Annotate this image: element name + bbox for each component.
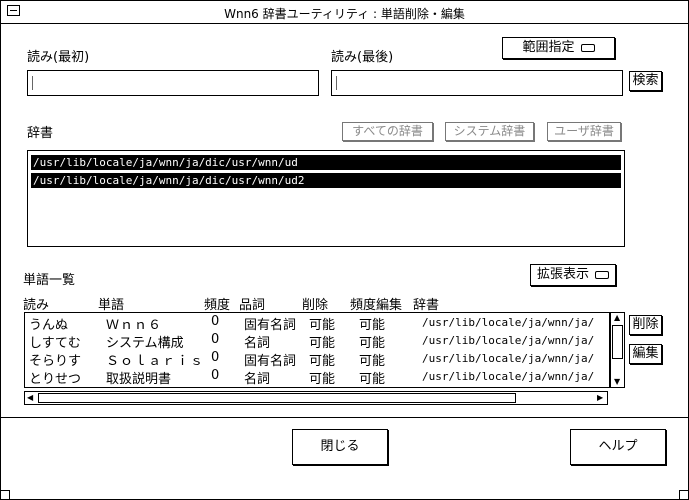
word-list[interactable]: うんぬ Ｗｎｎ６ 0 固有名詞 可能 可能 /usr/lib/locale/ja… [24,312,610,388]
cell-reading: うんぬ [29,318,69,333]
search-button[interactable]: 検索 [629,71,662,91]
reading-end-label: 読み(最後) [331,50,394,65]
cell-dictionary: /usr/lib/locale/ja/wnn/ja/ [422,370,595,383]
footer-divider [1,417,688,418]
cell-word: システム構成 [106,336,184,351]
cell-delete: 可能 [309,336,336,351]
word-list-horizontal-scrollbar[interactable]: ◀ ▶ [24,391,608,405]
dictionary-label: 辞書 [27,126,54,141]
cell-part-of-speech: 名詞 [244,372,271,387]
cell-delete: 可能 [309,318,336,333]
delete-button[interactable]: 削除 [629,315,662,335]
dictionary-list[interactable]: /usr/lib/locale/ja/wnn/ja/dic/usr/wnn/ud… [27,150,625,247]
resize-handle[interactable] [679,490,689,500]
table-row[interactable]: しすてむ システム構成 0 名詞 可能 可能 /usr/lib/locale/j… [28,332,608,351]
system-dictionary-button[interactable]: システム辞書 [445,122,534,141]
column-frequency: 頻度 [204,298,231,313]
cell-frequency: 0 [211,332,220,347]
cell-delete: 可能 [309,354,336,369]
column-word: 単語 [98,298,125,313]
text-cursor [32,76,33,90]
cell-word: 取扱説明書 [106,372,172,387]
column-frequency-edit: 頻度編集 [350,298,403,313]
reading-start-input[interactable] [27,70,319,96]
menu-indicator-icon [580,43,595,52]
scroll-down-icon[interactable]: ▼ [614,378,620,386]
word-list-vertical-scrollbar[interactable]: ▲ ▼ [610,312,625,388]
cell-frequency-edit: 可能 [359,372,386,387]
title-bar[interactable]: Wnn6 辞書ユーティリティ : 単語削除・編集 [1,1,688,24]
cell-part-of-speech: 名詞 [244,336,271,351]
cell-reading: そらりす [29,354,82,369]
cell-frequency: 0 [211,368,220,383]
cell-part-of-speech: 固有名詞 [244,354,297,369]
cell-frequency: 0 [211,314,220,329]
column-dictionary: 辞書 [413,298,440,313]
user-dictionary-button[interactable]: ユーザ辞書 [547,122,621,141]
cell-reading: しすてむ [29,336,81,351]
horizontal-scroll-thumb[interactable] [38,393,516,403]
close-button[interactable]: 閉じる [292,429,388,465]
dictionary-utility-window: Wnn6 辞書ユーティリティ : 単語削除・編集 読み(最初) 読み(最後) 範… [0,0,689,500]
cell-dictionary: /usr/lib/locale/ja/wnn/ja/ [422,316,595,329]
all-dictionaries-button[interactable]: すべての辞書 [342,122,433,141]
cell-word: Ｓｏｌａｒｉｓ [106,354,205,369]
scroll-right-icon[interactable]: ▶ [597,394,603,402]
range-button-label: 範囲指定 [522,40,575,55]
table-row[interactable]: とりせつ 取扱説明書 0 名詞 可能 可能 /usr/lib/locale/ja… [28,368,608,387]
cell-frequency-edit: 可能 [359,318,386,333]
cell-part-of-speech: 固有名詞 [244,318,297,333]
window-title: Wnn6 辞書ユーティリティ : 単語削除・編集 [224,7,465,21]
edit-button[interactable]: 編集 [629,344,662,364]
column-reading: 読み [23,298,50,313]
menu-indicator-icon [595,270,609,279]
column-delete: 削除 [302,298,329,313]
reading-end-input[interactable] [331,70,623,96]
cell-frequency: 0 [211,350,220,365]
cell-dictionary: /usr/lib/locale/ja/wnn/ja/ [422,334,595,347]
scroll-up-icon[interactable]: ▲ [614,314,620,322]
expand-view-label: 拡張表示 [536,267,589,282]
column-part-of-speech: 品詞 [239,298,266,313]
text-cursor [336,76,337,90]
resize-handle[interactable] [0,490,10,500]
table-row[interactable]: うんぬ Ｗｎｎ６ 0 固有名詞 可能 可能 /usr/lib/locale/ja… [28,314,608,333]
help-button[interactable]: ヘルプ [570,429,666,465]
vertical-scroll-thumb[interactable] [612,325,623,359]
reading-start-label: 読み(最初) [27,50,90,65]
cell-word: Ｗｎｎ６ [106,318,163,333]
expand-view-button[interactable]: 拡張表示 [530,264,616,286]
cell-dictionary: /usr/lib/locale/ja/wnn/ja/ [422,352,595,365]
table-row[interactable]: そらりす Ｓｏｌａｒｉｓ 0 固有名詞 可能 可能 /usr/lib/local… [28,350,608,369]
range-button[interactable]: 範囲指定 [502,37,615,59]
dictionary-item[interactable]: /usr/lib/locale/ja/wnn/ja/dic/usr/wnn/ud… [31,173,621,188]
word-list-label: 単語一覧 [23,273,76,288]
cell-frequency-edit: 可能 [359,354,386,369]
cell-delete: 可能 [309,372,336,387]
scroll-left-icon[interactable]: ◀ [27,394,33,402]
dictionary-item[interactable]: /usr/lib/locale/ja/wnn/ja/dic/usr/wnn/ud [31,155,621,170]
cell-frequency-edit: 可能 [359,336,386,351]
cell-reading: とりせつ [29,372,82,387]
